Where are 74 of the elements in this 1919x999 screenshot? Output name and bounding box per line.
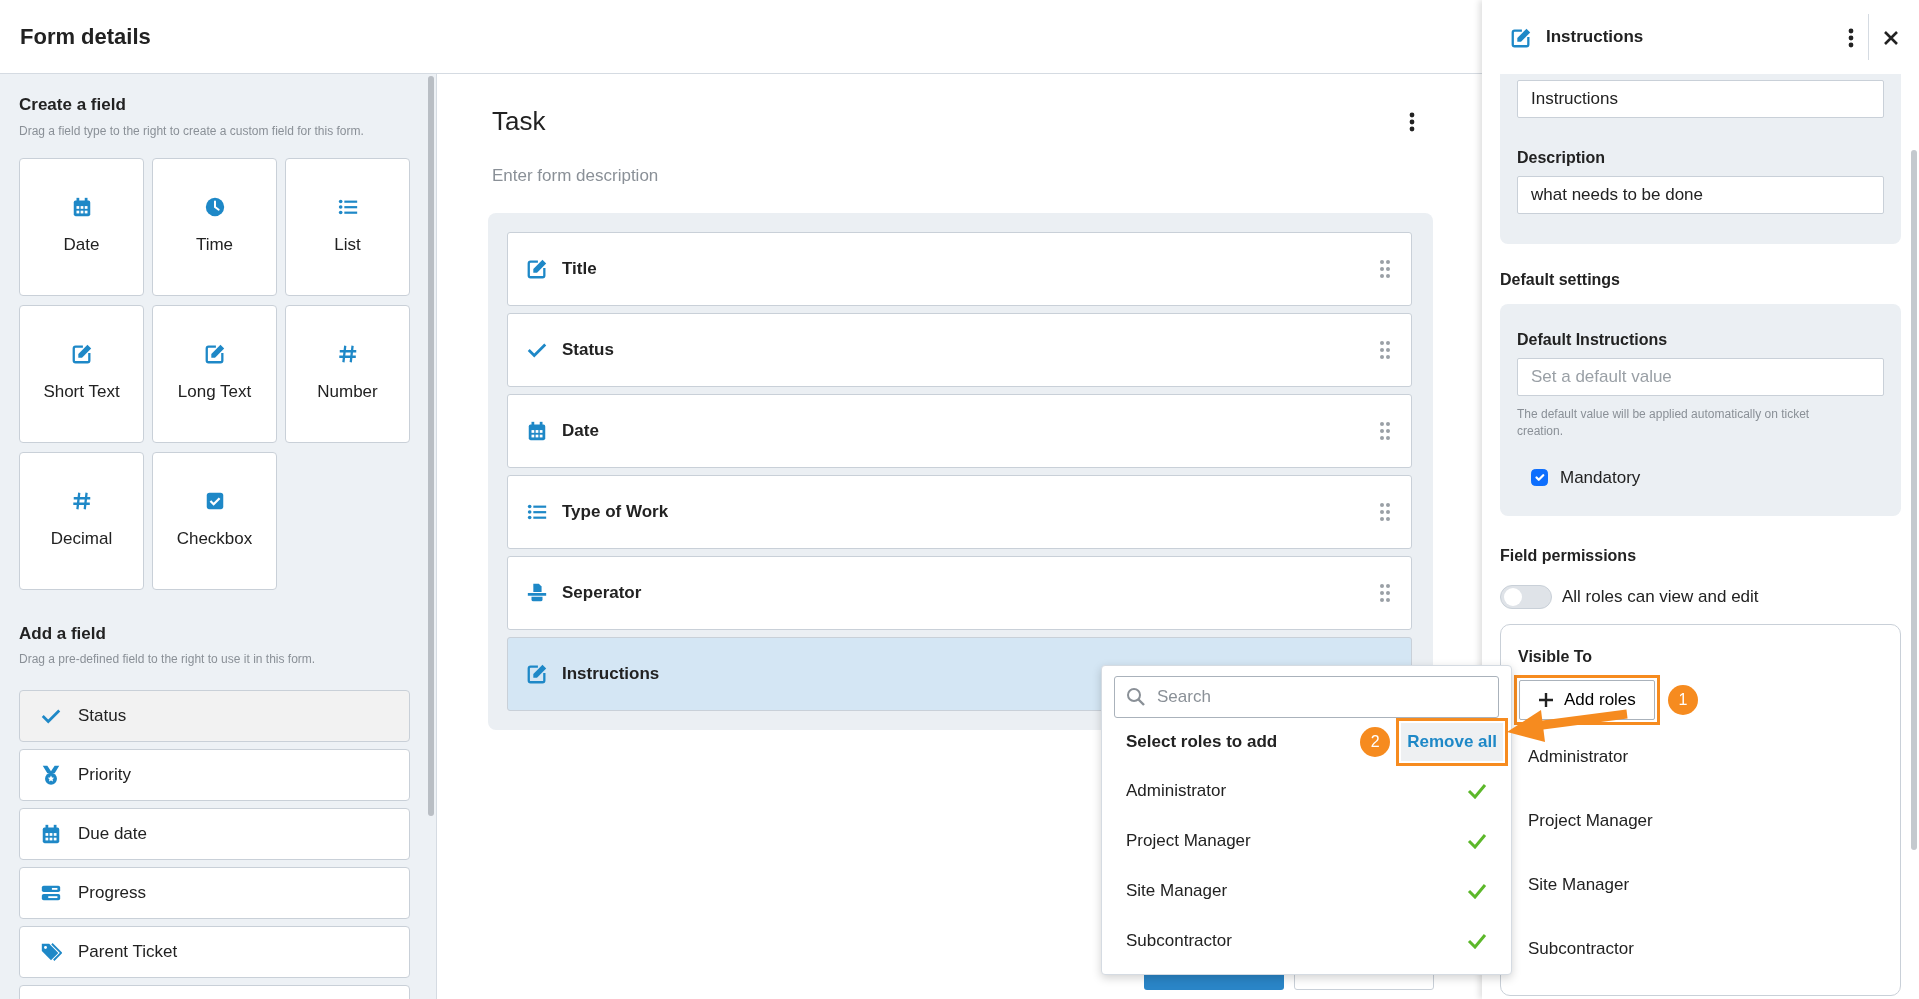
- calendar-icon: [40, 823, 62, 845]
- dropdown-heading: Select roles to add: [1126, 731, 1278, 754]
- field-item[interactable]: Priority: [19, 749, 410, 801]
- step-badge: 2: [1360, 727, 1391, 757]
- section-hint: Drag a pre-defined field to the right to use it in this form.: [19, 651, 317, 668]
- section-hint: Drag a field type to the right to create a custom field for this form.: [19, 122, 365, 140]
- edit-icon: [526, 257, 548, 280]
- close-icon: [1883, 29, 1899, 46]
- drag-handle-icon: [1379, 258, 1391, 279]
- medal-icon: [40, 764, 62, 786]
- toggle-label: All roles can view and edit: [1562, 586, 1759, 609]
- card-title: Visible To: [1518, 646, 1594, 667]
- field-type-tile[interactable]: Time: [152, 157, 277, 296]
- more-icon: [1409, 112, 1415, 133]
- page-title: Form details: [20, 23, 151, 51]
- drag-handle-icon: [1379, 501, 1391, 522]
- checkbox-label: Mandatory: [1560, 466, 1641, 489]
- role-name: Subcontractor: [1528, 938, 1634, 961]
- search-icon: [1126, 687, 1146, 707]
- drag-handle-icon: [1379, 420, 1391, 441]
- calendar-icon: [526, 419, 548, 442]
- scrollbar[interactable]: [428, 76, 434, 816]
- role-name: Project Manager: [1528, 810, 1653, 833]
- form-field-row[interactable]: Date: [507, 393, 1412, 468]
- field-item[interactable]: Parent Ticket: [19, 926, 410, 978]
- search-field[interactable]: Search: [1114, 676, 1499, 718]
- role-option[interactable]: Administrator: [1114, 766, 1499, 816]
- default-value-field[interactable]: Set a default value: [1517, 358, 1884, 396]
- help-text: The default value will be applied automatically on ticket creation.: [1517, 406, 1811, 441]
- stamp-icon: [526, 581, 548, 604]
- edit-icon: [70, 342, 93, 365]
- plus-icon: [1538, 691, 1554, 708]
- field-item[interactable]: Status: [19, 690, 410, 742]
- role-name: Site Manager: [1528, 874, 1630, 897]
- field-type-tile[interactable]: Decimal: [19, 451, 144, 590]
- form-field-row[interactable]: Title: [507, 231, 1412, 306]
- section-title: Create a field: [19, 94, 127, 116]
- drag-handle-icon: [1379, 339, 1391, 360]
- tag-icon: [40, 941, 62, 963]
- field-type-tile[interactable]: Date: [19, 157, 144, 296]
- description-field[interactable]: what needs to be done: [1517, 176, 1884, 214]
- role-option[interactable]: Subcontractor: [1114, 916, 1499, 966]
- form-title: Task: [491, 105, 546, 138]
- clock-icon: [203, 195, 226, 218]
- section-title: Add a field: [19, 622, 107, 645]
- field-type-tile[interactable]: Number: [285, 304, 410, 443]
- edit-icon: [526, 662, 548, 685]
- section-heading: Field permissions: [1500, 546, 1638, 567]
- field-type-tile[interactable]: Short Text: [19, 304, 144, 443]
- form-field-row[interactable]: Seperator: [507, 555, 1412, 630]
- step-badge: 1: [1667, 684, 1698, 715]
- scrollbar[interactable]: [1911, 150, 1917, 850]
- form-field-row[interactable]: Status: [507, 312, 1412, 387]
- role-option[interactable]: Site Manager: [1114, 866, 1499, 916]
- toggle-switch[interactable]: [1500, 585, 1552, 610]
- edit-icon: [1510, 26, 1532, 49]
- role-option[interactable]: Project Manager: [1114, 816, 1499, 866]
- name-field[interactable]: Instructions: [1517, 80, 1884, 118]
- section-heading: Default settings: [1500, 270, 1621, 290]
- mandatory-checkbox[interactable]: [1531, 469, 1548, 487]
- edit-icon: [203, 342, 226, 365]
- form-field-row[interactable]: Type of Work: [507, 474, 1412, 549]
- add-roles-button[interactable]: Add roles: [1519, 679, 1655, 720]
- more-icon: [1848, 27, 1854, 48]
- field-type-tile[interactable]: List: [285, 157, 410, 296]
- role-name: Administrator: [1528, 746, 1629, 769]
- field-label: Default Instructions: [1517, 330, 1669, 350]
- field-label: Description: [1517, 148, 1606, 168]
- field-item[interactable]: Progress: [19, 867, 410, 919]
- drag-handle-icon: [1379, 582, 1391, 603]
- field-item[interactable]: Due date: [19, 808, 410, 860]
- field-type-tile[interactable]: Long Text: [152, 304, 277, 443]
- panel-title: Instructions: [1546, 26, 1645, 49]
- field-type-tile[interactable]: Checkbox: [152, 451, 277, 590]
